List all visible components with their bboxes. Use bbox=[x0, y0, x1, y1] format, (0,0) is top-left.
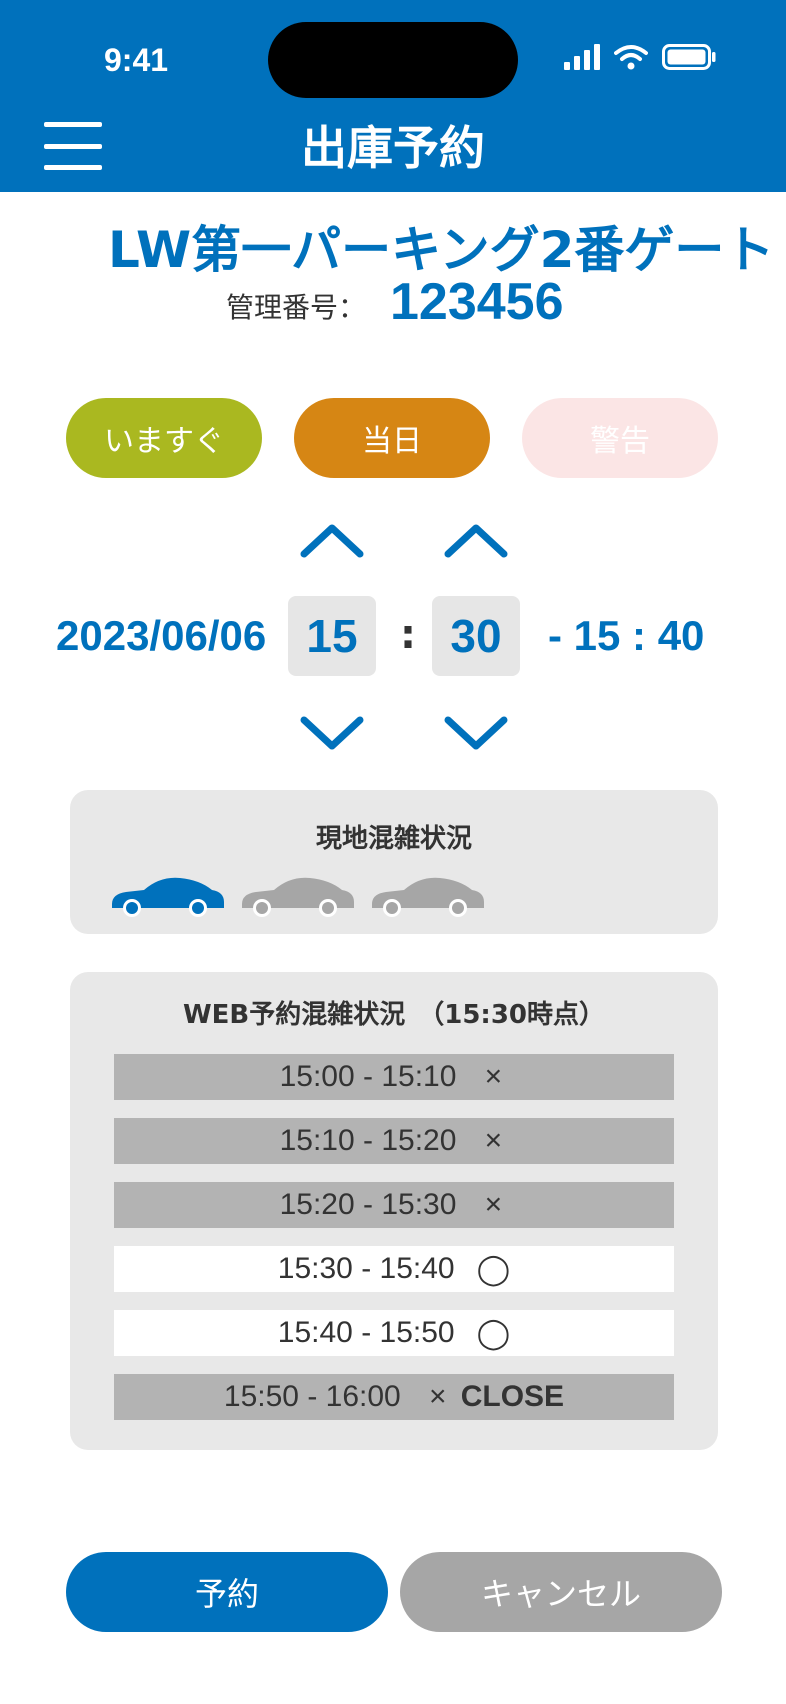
battery-icon bbox=[662, 44, 716, 70]
page-title: 出庫予約 bbox=[301, 121, 485, 175]
slot-status-mark: ◯ bbox=[476, 1252, 511, 1286]
slot-status-mark: × bbox=[484, 1188, 503, 1221]
slot-status-mark: ◯ bbox=[476, 1316, 511, 1350]
wifi-icon bbox=[614, 45, 648, 70]
management-number: 123456 bbox=[390, 273, 564, 331]
slot-time: 15:10 - 15:20 bbox=[279, 1124, 457, 1157]
minute-field[interactable]: 30 bbox=[432, 596, 520, 676]
slot-status-mark: × bbox=[484, 1124, 503, 1157]
hour-down-chevron-icon[interactable] bbox=[300, 714, 364, 754]
status-time: 9:41 bbox=[104, 42, 169, 78]
reservation-date: 2023/06/06 bbox=[56, 612, 267, 659]
web-congestion-panel: WEB予約混雑状況 （15:30時点） 15:00 - 15:10 × 15:1… bbox=[70, 972, 718, 1450]
app-header: 9:41 出庫予約 bbox=[0, 0, 786, 192]
onsite-congestion-title: 現地混雑状況 bbox=[315, 824, 472, 854]
car-empty-icon bbox=[242, 877, 354, 917]
hour-up-chevron-icon[interactable] bbox=[300, 520, 364, 560]
car-occupied-icon bbox=[112, 877, 224, 917]
time-slot-row[interactable]: 15:30 - 15:40 ◯ bbox=[114, 1246, 674, 1292]
minute-down-chevron-icon[interactable] bbox=[444, 714, 508, 754]
hour-field[interactable]: 15 bbox=[288, 596, 376, 676]
management-number-label: 管理番号： bbox=[226, 291, 367, 324]
signal-icon bbox=[564, 44, 600, 70]
time-slot-row: 15:10 - 15:20 × bbox=[114, 1118, 674, 1164]
reserve-button[interactable]: 予約 bbox=[66, 1552, 388, 1632]
minute-up-chevron-icon[interactable] bbox=[444, 520, 508, 560]
slot-time: 15:20 - 15:30 bbox=[279, 1188, 457, 1221]
slot-status-mark: × bbox=[428, 1380, 447, 1413]
cancel-button[interactable]: キャンセル bbox=[400, 1552, 722, 1632]
time-slot-row: 15:00 - 15:10 × bbox=[114, 1054, 674, 1100]
dynamic-island bbox=[268, 22, 518, 98]
slot-status-mark: × bbox=[484, 1060, 503, 1093]
car-empty-icon bbox=[372, 877, 484, 917]
time-slot-row: 15:20 - 15:30 × bbox=[114, 1182, 674, 1228]
slot-time: 15:30 - 15:40 bbox=[277, 1252, 455, 1285]
slot-time: 15:50 - 16:00 bbox=[223, 1380, 401, 1413]
today-button[interactable]: 当日 bbox=[294, 398, 490, 478]
slot-close-label: CLOSE bbox=[460, 1380, 565, 1413]
now-button[interactable]: いますぐ bbox=[66, 398, 262, 478]
time-slot-row: 15:50 - 16:00 × CLOSE bbox=[114, 1374, 674, 1420]
status-icons bbox=[564, 44, 716, 70]
slot-time: 15:00 - 15:10 bbox=[279, 1060, 457, 1093]
slot-time: 15:40 - 15:50 bbox=[277, 1316, 455, 1349]
end-time: - 15 : 40 bbox=[548, 612, 705, 659]
car-icons bbox=[108, 874, 486, 918]
web-congestion-title: WEB予約混雑状況 （15:30時点） bbox=[182, 1000, 606, 1030]
onsite-congestion-panel: 現地混雑状況 bbox=[70, 790, 718, 934]
warning-button[interactable]: 警告 bbox=[522, 398, 718, 478]
time-separator: : bbox=[400, 612, 416, 658]
time-slot-row[interactable]: 15:40 - 15:50 ◯ bbox=[114, 1310, 674, 1356]
